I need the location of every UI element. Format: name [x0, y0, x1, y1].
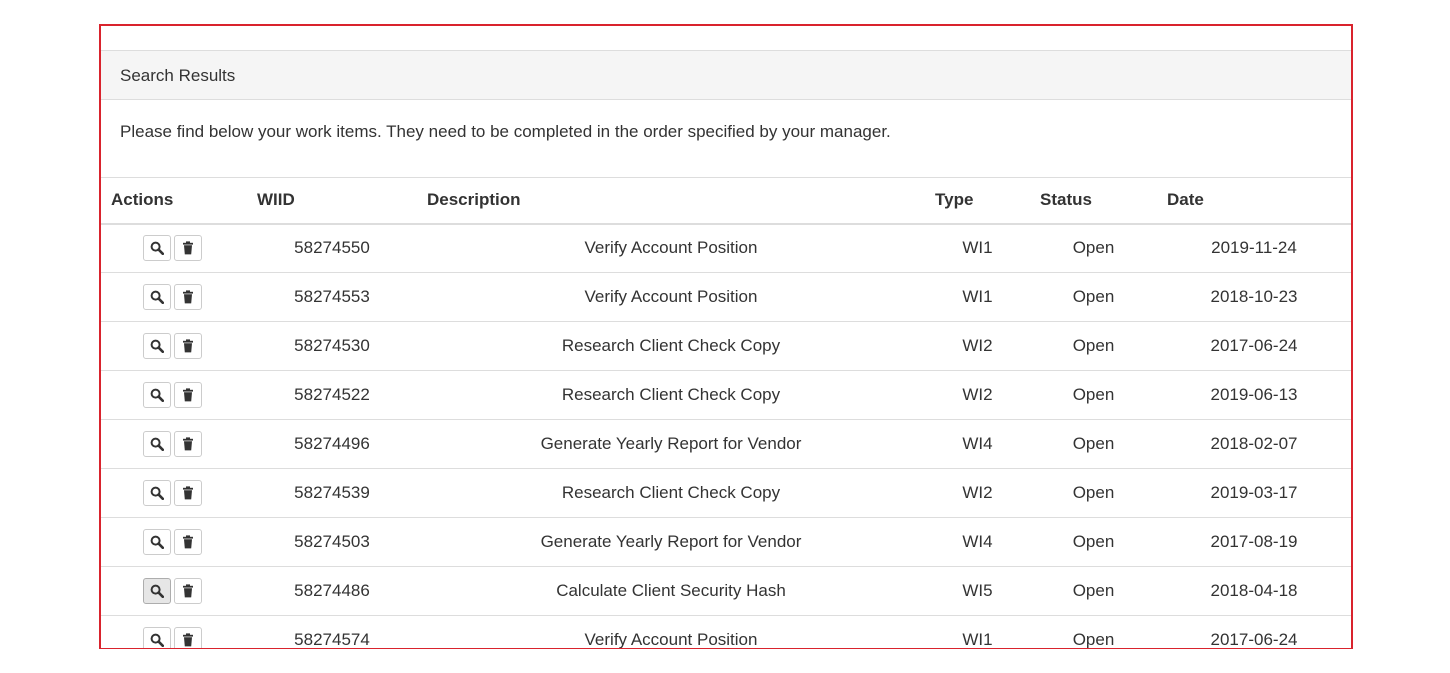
row-actions	[101, 469, 247, 518]
cell-status: Open	[1072, 532, 1115, 551]
cell-status: Open	[1072, 581, 1115, 600]
cell-status: Open	[1072, 238, 1115, 258]
cell-date: 2019-11-24	[1211, 238, 1297, 258]
table-header-row: Actions WIID Description Type Status Dat…	[101, 177, 1351, 224]
cell-description: Verify Account Position	[584, 287, 758, 306]
cell-status: Open	[1072, 630, 1115, 649]
table-row: 58274550 Verify Account Position WI1 Open 20…	[101, 224, 1351, 273]
row-actions	[101, 616, 247, 648]
cell-wiid: 58274496	[294, 434, 370, 453]
row-actions	[101, 567, 247, 616]
cell-description: Verify Account Position	[584, 238, 758, 258]
cell-type: WI1	[962, 630, 993, 649]
table-row: 58274574 Verify Account Position WI1 Open 20…	[101, 616, 1351, 649]
row-actions	[101, 518, 247, 567]
cell-date: 2018-02-07	[1210, 434, 1298, 453]
view-button[interactable]	[143, 529, 171, 555]
cell-wiid: 58274503	[294, 532, 370, 551]
view-button[interactable]	[143, 627, 171, 648]
cell-date: 2018-04-18	[1210, 581, 1298, 600]
panel-heading: Search Results	[101, 50, 1351, 100]
cell-type: WI2	[962, 336, 993, 355]
cell-description: Research Client Check Copy	[561, 336, 781, 355]
delete-button[interactable]	[174, 578, 202, 604]
cell-wiid: 58274530	[294, 336, 370, 355]
intro-text: Please find below your work items. They …	[120, 122, 891, 141]
cell-description: Research Client Check Copy	[561, 385, 781, 404]
header-type: Type	[935, 190, 974, 210]
delete-button[interactable]	[174, 382, 202, 408]
delete-button[interactable]	[174, 235, 202, 262]
cell-type: WI4	[962, 532, 993, 551]
table-row: 58274503 Generate Yearly Report for Vendo…	[101, 518, 1351, 567]
row-actions	[101, 371, 247, 420]
delete-button[interactable]	[174, 480, 202, 506]
cell-date: 2017-06-24	[1210, 630, 1298, 649]
search-results-panel: Search Results Please find below your wo…	[99, 24, 1353, 649]
header-actions: Actions	[111, 190, 174, 210]
view-button[interactable]	[143, 480, 171, 506]
cell-wiid: 58274522	[294, 385, 370, 404]
cell-status: Open	[1072, 385, 1115, 404]
cell-type: WI1	[962, 287, 993, 306]
cell-date: 2019-06-13	[1210, 385, 1298, 404]
cell-date: 2018-10-23	[1210, 287, 1298, 306]
cell-status: Open	[1072, 483, 1115, 502]
cell-wiid: 58274550	[294, 238, 370, 258]
table-row: 58274486 Calculate Client Security Hash WI…	[101, 567, 1351, 616]
cell-description: Verify Account Position	[584, 630, 758, 649]
cell-wiid: 58274553	[294, 287, 370, 306]
row-actions	[101, 322, 247, 371]
cell-description: Generate Yearly Report for Vendor	[540, 434, 802, 453]
cell-status: Open	[1072, 434, 1115, 453]
delete-button[interactable]	[174, 284, 202, 310]
cell-type: WI5	[962, 581, 993, 600]
cell-date: 2019-03-17	[1210, 483, 1298, 502]
cell-status: Open	[1072, 336, 1115, 355]
cell-wiid: 58274486	[294, 581, 370, 600]
header-description: Description	[427, 190, 521, 210]
table-row: 58274522 Research Client Check Copy WI2 Ope…	[101, 371, 1351, 420]
cell-date: 2017-08-19	[1210, 532, 1298, 551]
panel-title: Search Results	[120, 66, 236, 85]
view-button[interactable]	[143, 333, 171, 359]
delete-button[interactable]	[174, 431, 202, 457]
cell-type: WI1	[962, 238, 993, 258]
delete-button[interactable]	[174, 627, 202, 648]
table-row: 58274539 Research Client Check Copy WI2 Ope…	[101, 469, 1351, 518]
row-actions	[101, 224, 247, 273]
header-date: Date	[1167, 190, 1204, 210]
table-row: 58274553 Verify Account Position WI1 Open 20…	[101, 273, 1351, 322]
cell-description: Research Client Check Copy	[561, 483, 781, 502]
cell-description: Generate Yearly Report for Vendor	[540, 532, 802, 551]
header-wiid: WIID	[257, 190, 295, 210]
delete-button[interactable]	[174, 333, 202, 359]
row-actions	[101, 420, 247, 469]
cell-description: Calculate Client Security Hash	[556, 581, 786, 600]
header-status: Status	[1040, 190, 1092, 210]
view-button[interactable]	[143, 578, 171, 604]
view-button[interactable]	[143, 382, 171, 408]
cell-type: WI2	[962, 385, 993, 404]
work-items-table: Actions WIID Description Type Status Dat…	[101, 177, 1351, 649]
cell-date: 2017-06-24	[1210, 336, 1298, 355]
table-row: 58274530 Research Client Check Copy WI2 Ope…	[101, 322, 1351, 371]
view-button[interactable]	[143, 431, 171, 457]
cell-status: Open	[1072, 287, 1115, 306]
table-row: 58274496 Generate Yearly Report for Vendo…	[101, 420, 1351, 469]
cell-type: WI4	[962, 434, 993, 453]
view-button[interactable]	[143, 235, 171, 262]
delete-button[interactable]	[174, 529, 202, 555]
cell-wiid: 58274539	[294, 483, 370, 502]
view-button[interactable]	[143, 284, 171, 310]
row-actions	[101, 273, 247, 322]
cell-wiid: 58274574	[294, 630, 370, 649]
cell-type: WI2	[962, 483, 993, 502]
